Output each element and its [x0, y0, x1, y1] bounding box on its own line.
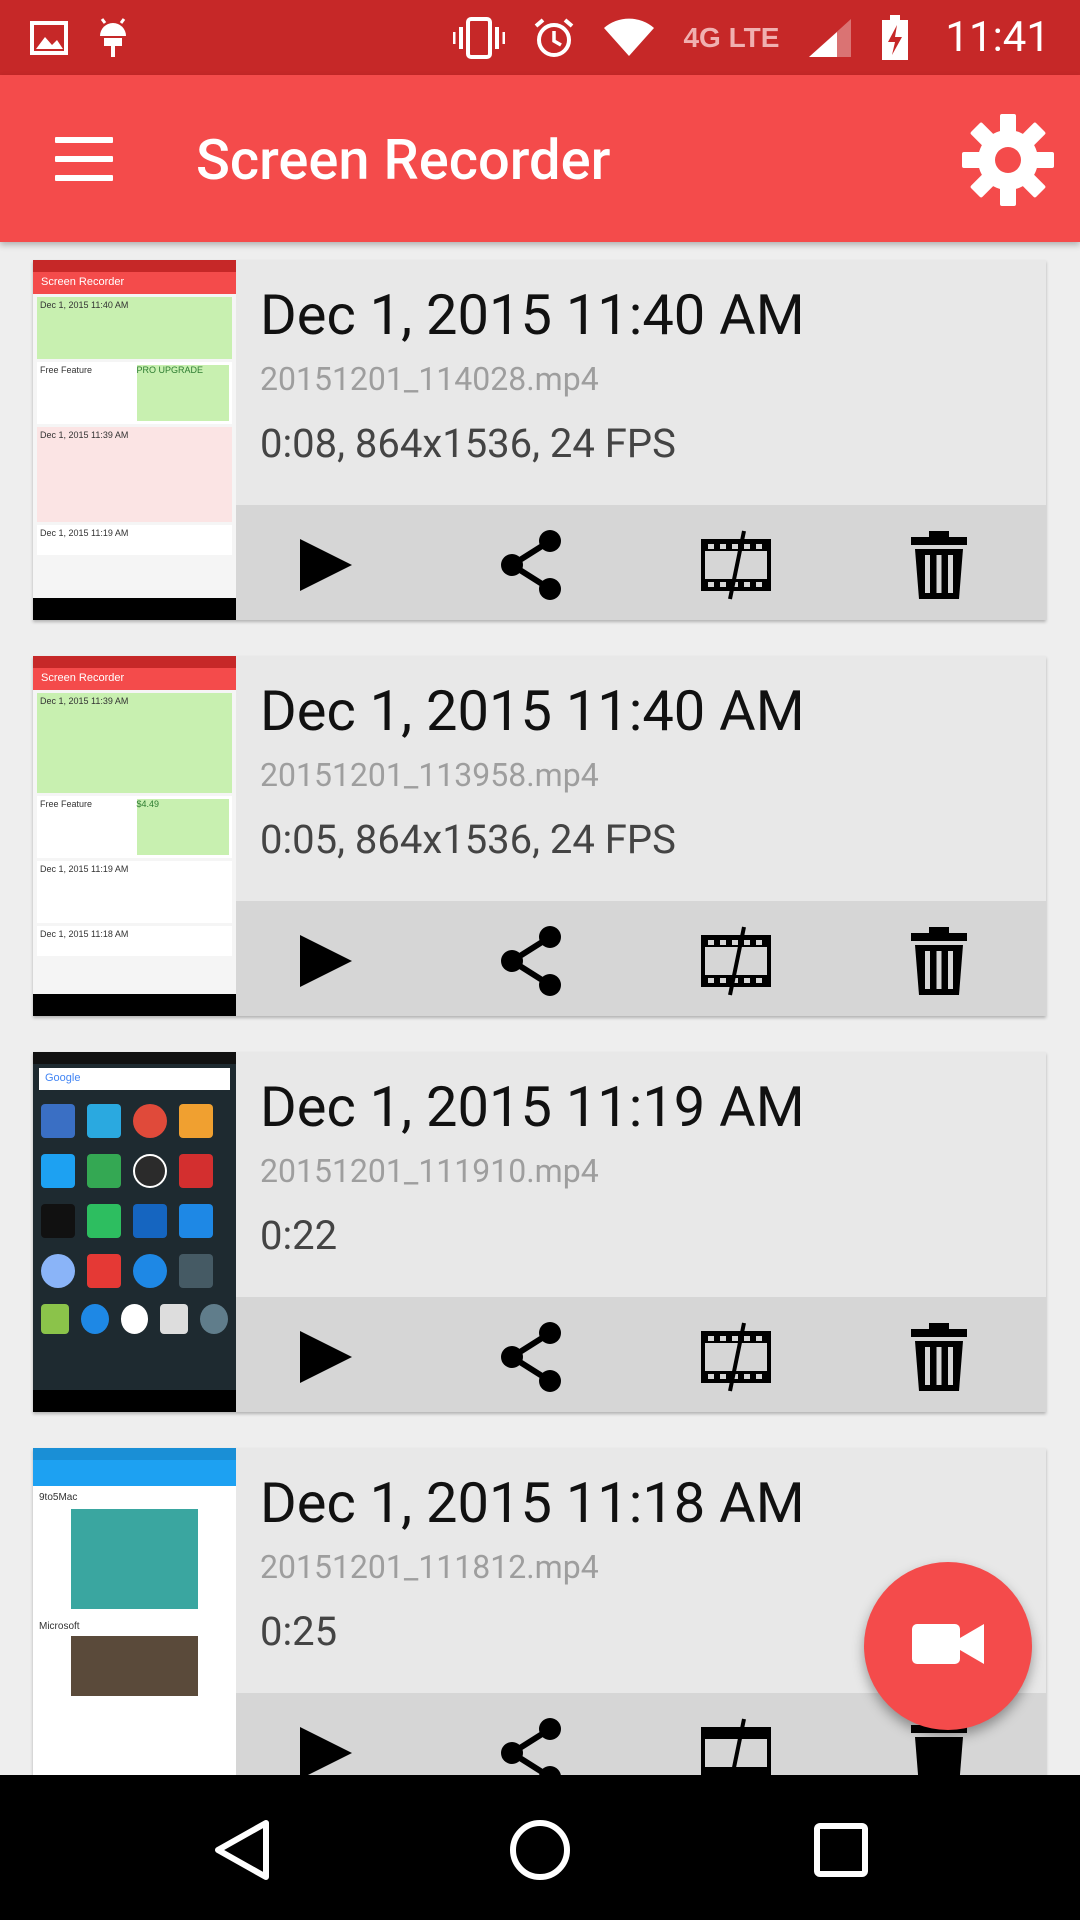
- app-title: Screen Recorder: [196, 127, 611, 193]
- recording-card[interactable]: Google Dec 1, 2015 11:19 AM 20151201_111…: [33, 1052, 1046, 1412]
- trim-icon[interactable]: [698, 527, 774, 603]
- recording-title: Dec 1, 2015 11:40 AM: [260, 282, 805, 348]
- delete-icon[interactable]: [901, 527, 977, 603]
- wifi-icon: [603, 18, 655, 58]
- record-button[interactable]: [864, 1562, 1032, 1730]
- play-icon[interactable]: [286, 1715, 362, 1775]
- image-icon: [30, 20, 68, 55]
- gear-icon[interactable]: [958, 110, 1058, 210]
- share-icon[interactable]: [494, 527, 570, 603]
- back-icon[interactable]: [208, 1815, 278, 1885]
- recording-filename: 20151201_113958.mp4: [260, 756, 599, 794]
- video-thumbnail[interactable]: Screen Recorder Dec 1, 2015 11:39 AM Fre…: [33, 656, 236, 1016]
- video-thumbnail[interactable]: Screen Recorder Dec 1, 2015 11:40 AM Fre…: [33, 260, 236, 620]
- clock: 11:41: [945, 13, 1050, 62]
- recording-meta: 0:08, 864x1536, 24 FPS: [260, 420, 676, 467]
- play-icon[interactable]: [286, 527, 362, 603]
- thumb-text: 9to5Mac: [39, 1492, 78, 1503]
- thumb-text: Google: [39, 1068, 230, 1090]
- share-icon[interactable]: [494, 1319, 570, 1395]
- alarm-icon: [533, 17, 575, 59]
- recording-meta: 0:22: [260, 1212, 338, 1259]
- battery-charging-icon: [881, 14, 909, 61]
- thumb-text: Free Feature: [40, 365, 93, 375]
- action-row: [236, 1297, 1046, 1412]
- recording-filename: 20151201_111910.mp4: [260, 1152, 599, 1190]
- home-icon[interactable]: [505, 1815, 575, 1885]
- navigation-bar: [0, 1775, 1080, 1920]
- delete-icon[interactable]: [901, 923, 977, 999]
- thumb-text: Microsoft: [39, 1621, 80, 1632]
- thumb-text: Dec 1, 2015 11:19 AM: [40, 864, 129, 874]
- video-thumbnail[interactable]: 9to5Mac Microsoft: [33, 1448, 236, 1775]
- recording-filename: 20151201_114028.mp4: [260, 360, 599, 398]
- videocam-icon: [910, 1620, 986, 1672]
- recording-filename: 20151201_111812.mp4: [260, 1548, 599, 1586]
- trim-icon[interactable]: [698, 1319, 774, 1395]
- thumb-text: Dec 1, 2015 11:39 AM: [40, 696, 129, 706]
- trim-icon[interactable]: [698, 1715, 774, 1775]
- recents-icon[interactable]: [806, 1815, 876, 1885]
- play-icon[interactable]: [286, 1319, 362, 1395]
- recording-card[interactable]: Screen Recorder Dec 1, 2015 11:40 AM Fre…: [33, 260, 1046, 620]
- share-icon[interactable]: [494, 923, 570, 999]
- trim-icon[interactable]: [698, 923, 774, 999]
- status-bar: 4G LTE 11:41: [0, 0, 1080, 75]
- recording-card[interactable]: Screen Recorder Dec 1, 2015 11:39 AM Fre…: [33, 656, 1046, 1016]
- thumb-text: $4.49: [136, 799, 229, 855]
- thumb-text: PRO UPGRADE: [136, 365, 229, 421]
- recording-title: Dec 1, 2015 11:19 AM: [260, 1074, 805, 1140]
- share-icon[interactable]: [494, 1715, 570, 1775]
- video-thumbnail[interactable]: Google: [33, 1052, 236, 1412]
- app-bar: Screen Recorder: [0, 75, 1080, 242]
- recording-meta: 0:05, 864x1536, 24 FPS: [260, 816, 676, 863]
- signal-icon: [807, 17, 853, 59]
- android-icon: [96, 17, 130, 58]
- thumb-text: Free Feature: [40, 799, 93, 809]
- action-row: [236, 505, 1046, 620]
- thumb-text: Dec 1, 2015 11:40 AM: [40, 300, 129, 310]
- recording-title: Dec 1, 2015 11:40 AM: [260, 678, 805, 744]
- network-type: 4G LTE: [683, 21, 780, 53]
- play-icon[interactable]: [286, 923, 362, 999]
- action-row: [236, 901, 1046, 1016]
- thumb-text: Screen Recorder: [33, 668, 236, 690]
- recording-meta: 0:25: [260, 1608, 338, 1655]
- thumb-text: Dec 1, 2015 11:18 AM: [40, 929, 129, 939]
- recordings-list[interactable]: Screen Recorder Dec 1, 2015 11:40 AM Fre…: [0, 242, 1080, 1775]
- delete-icon[interactable]: [901, 1319, 977, 1395]
- thumb-text: Screen Recorder: [33, 272, 236, 294]
- thumb-text: Dec 1, 2015 11:39 AM: [40, 430, 129, 440]
- vibrate-icon: [453, 16, 506, 59]
- recording-title: Dec 1, 2015 11:18 AM: [260, 1470, 805, 1536]
- thumb-text: Dec 1, 2015 11:19 AM: [40, 528, 129, 538]
- menu-icon[interactable]: [55, 137, 113, 181]
